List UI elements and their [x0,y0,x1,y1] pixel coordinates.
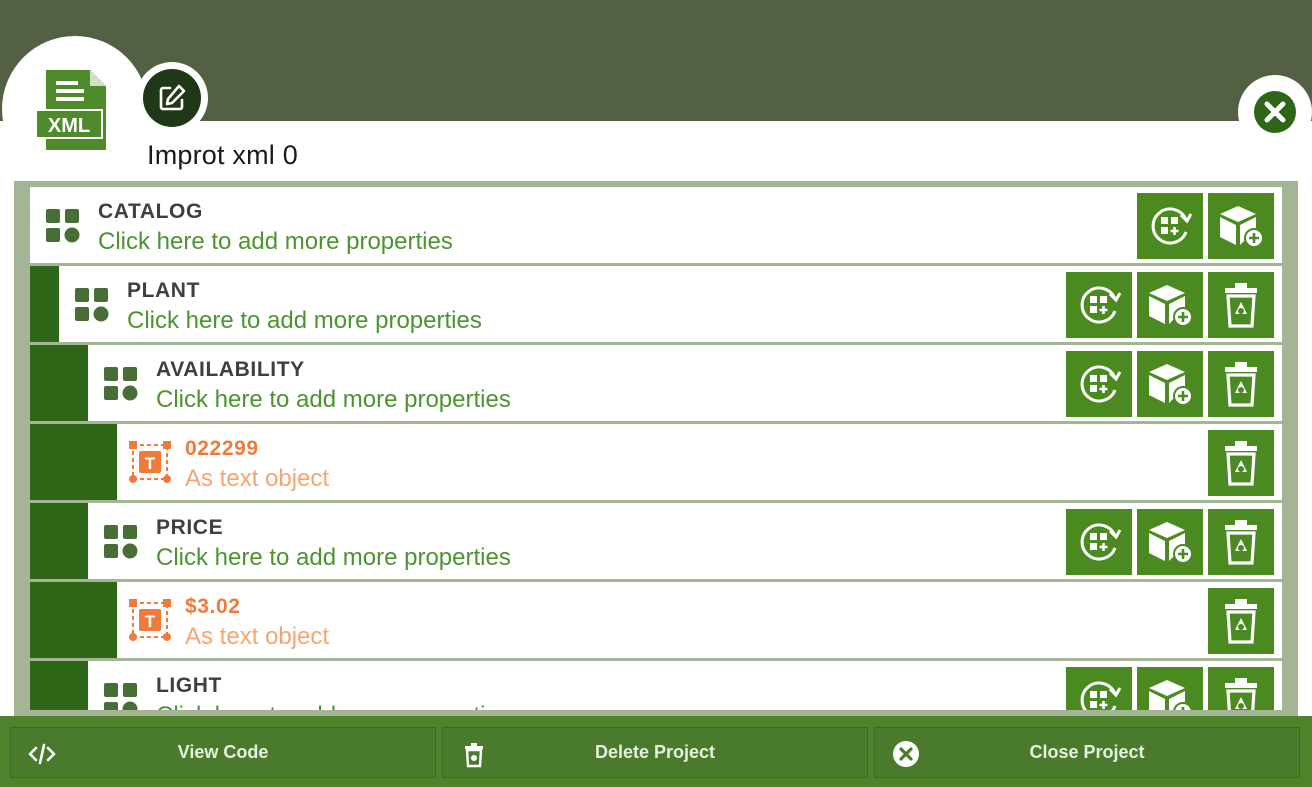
row-actions [1066,667,1274,710]
grid-shapes-icon [45,208,81,244]
edit-icon [159,84,186,111]
indent-bar [30,661,88,710]
switch-type-button[interactable] [1066,272,1132,338]
svg-text:XML: XML [48,115,90,137]
row-name: PRICE [156,516,224,539]
switch-icon [1074,517,1124,567]
add-cube-icon [1145,675,1195,710]
add-cube-icon [1216,201,1266,251]
add-properties-link[interactable]: Click here to add more properties [156,702,511,710]
delete-project-label: Delete Project [594,742,716,762]
grid-shapes-icon [74,287,110,323]
switch-type-button[interactable] [1066,667,1132,710]
add-cube-icon [1145,517,1195,567]
add-child-button[interactable] [1137,272,1203,338]
add-cube-icon [1145,280,1195,330]
switch-icon [1074,675,1124,710]
switch-type-button[interactable] [1066,509,1132,575]
property-group-row[interactable]: PLANT Click here to add more properties [30,266,1282,342]
row-card[interactable]: PLANT Click here to add more properties [59,266,1282,342]
row-actions [1137,193,1274,259]
close-project-label: Close Project [1029,742,1145,762]
property-tree: CATALOG Click here to add more properties… [30,187,1282,710]
property-group-row[interactable]: PRICE Click here to add more properties [30,503,1282,579]
add-child-button[interactable] [1137,351,1203,417]
row-actions [1066,509,1274,575]
add-child-button[interactable] [1137,667,1203,710]
trash-icon [1219,676,1263,710]
add-properties-link[interactable]: Click here to add more properties [156,544,511,572]
row-name: 022299 [185,437,259,460]
property-group-row[interactable]: LIGHT Click here to add more properties [30,661,1282,710]
indent-bar [30,503,88,579]
svg-text:T: T [145,612,156,631]
grid-shapes-icon [103,682,139,710]
view-code-label: View Code [177,742,269,762]
svg-text:T: T [145,454,156,473]
indent-bar [30,266,59,342]
indent-bar [30,424,117,500]
trash-icon [1219,360,1263,408]
delete-row-button[interactable] [1208,509,1274,575]
text-object-row[interactable]: T 022299 As text object [30,424,1282,500]
row-type-label: As text object [185,465,330,492]
switch-type-button[interactable] [1137,193,1203,259]
text-frame-icon: T [126,438,174,486]
text-frame-icon: T [126,596,174,644]
row-actions [1208,588,1274,654]
delete-project-button[interactable]: Delete Project [442,727,868,778]
add-properties-link[interactable]: Click here to add more properties [98,228,453,256]
delete-row-button[interactable] [1208,272,1274,338]
indent-bar [30,582,117,658]
add-child-button[interactable] [1137,509,1203,575]
close-project-button[interactable]: Close Project [874,727,1300,778]
row-card[interactable]: T $3.02 As text object [117,582,1282,658]
switch-icon [1074,280,1124,330]
row-card[interactable]: AVAILABILITY Click here to add more prope… [88,345,1282,421]
switch-type-button[interactable] [1066,351,1132,417]
grid-shapes-icon [103,366,139,402]
trash-icon [1219,281,1263,329]
grid-shapes-icon [103,524,139,560]
row-card[interactable]: PRICE Click here to add more properties [88,503,1282,579]
row-actions [1208,430,1274,496]
row-name: $3.02 [185,595,241,618]
add-properties-link[interactable]: Click here to add more properties [127,307,482,335]
property-group-row[interactable]: CATALOG Click here to add more properties [30,187,1282,263]
delete-row-button[interactable] [1208,430,1274,496]
project-title: Improt xml 0 [147,140,298,170]
row-card[interactable]: CATALOG Click here to add more properties [30,187,1282,263]
edit-project-button[interactable] [136,62,208,134]
add-cube-icon [1145,359,1195,409]
switch-icon [1145,201,1195,251]
close-circle-icon [1254,91,1296,133]
add-child-button[interactable] [1208,193,1274,259]
property-group-row[interactable]: AVAILABILITY Click here to add more prope… [30,345,1282,421]
row-actions [1066,272,1274,338]
trash-icon [1219,439,1263,487]
view-code-button[interactable]: View Code [10,727,436,778]
row-name: LIGHT [156,674,222,697]
row-actions [1066,351,1274,417]
delete-row-button[interactable] [1208,351,1274,417]
row-type-label: As text object [185,623,330,650]
delete-row-button[interactable] [1208,588,1274,654]
indent-bar [30,345,88,421]
row-card[interactable]: LIGHT Click here to add more properties [88,661,1282,710]
trash-icon [1219,597,1263,645]
xml-file-icon: XML [35,68,114,152]
add-properties-link[interactable]: Click here to add more properties [156,386,511,414]
xml-import-window: XML Improt xml 0 CATALOG Click here to ad… [0,0,1312,787]
row-card[interactable]: T 022299 As text object [117,424,1282,500]
row-name: AVAILABILITY [156,358,305,381]
close-window-button[interactable] [1238,75,1312,149]
delete-row-button[interactable] [1208,667,1274,710]
text-object-row[interactable]: T $3.02 As text object [30,582,1282,658]
switch-icon [1074,359,1124,409]
row-name: CATALOG [98,200,203,223]
trash-icon [1219,518,1263,566]
row-name: PLANT [127,279,200,302]
